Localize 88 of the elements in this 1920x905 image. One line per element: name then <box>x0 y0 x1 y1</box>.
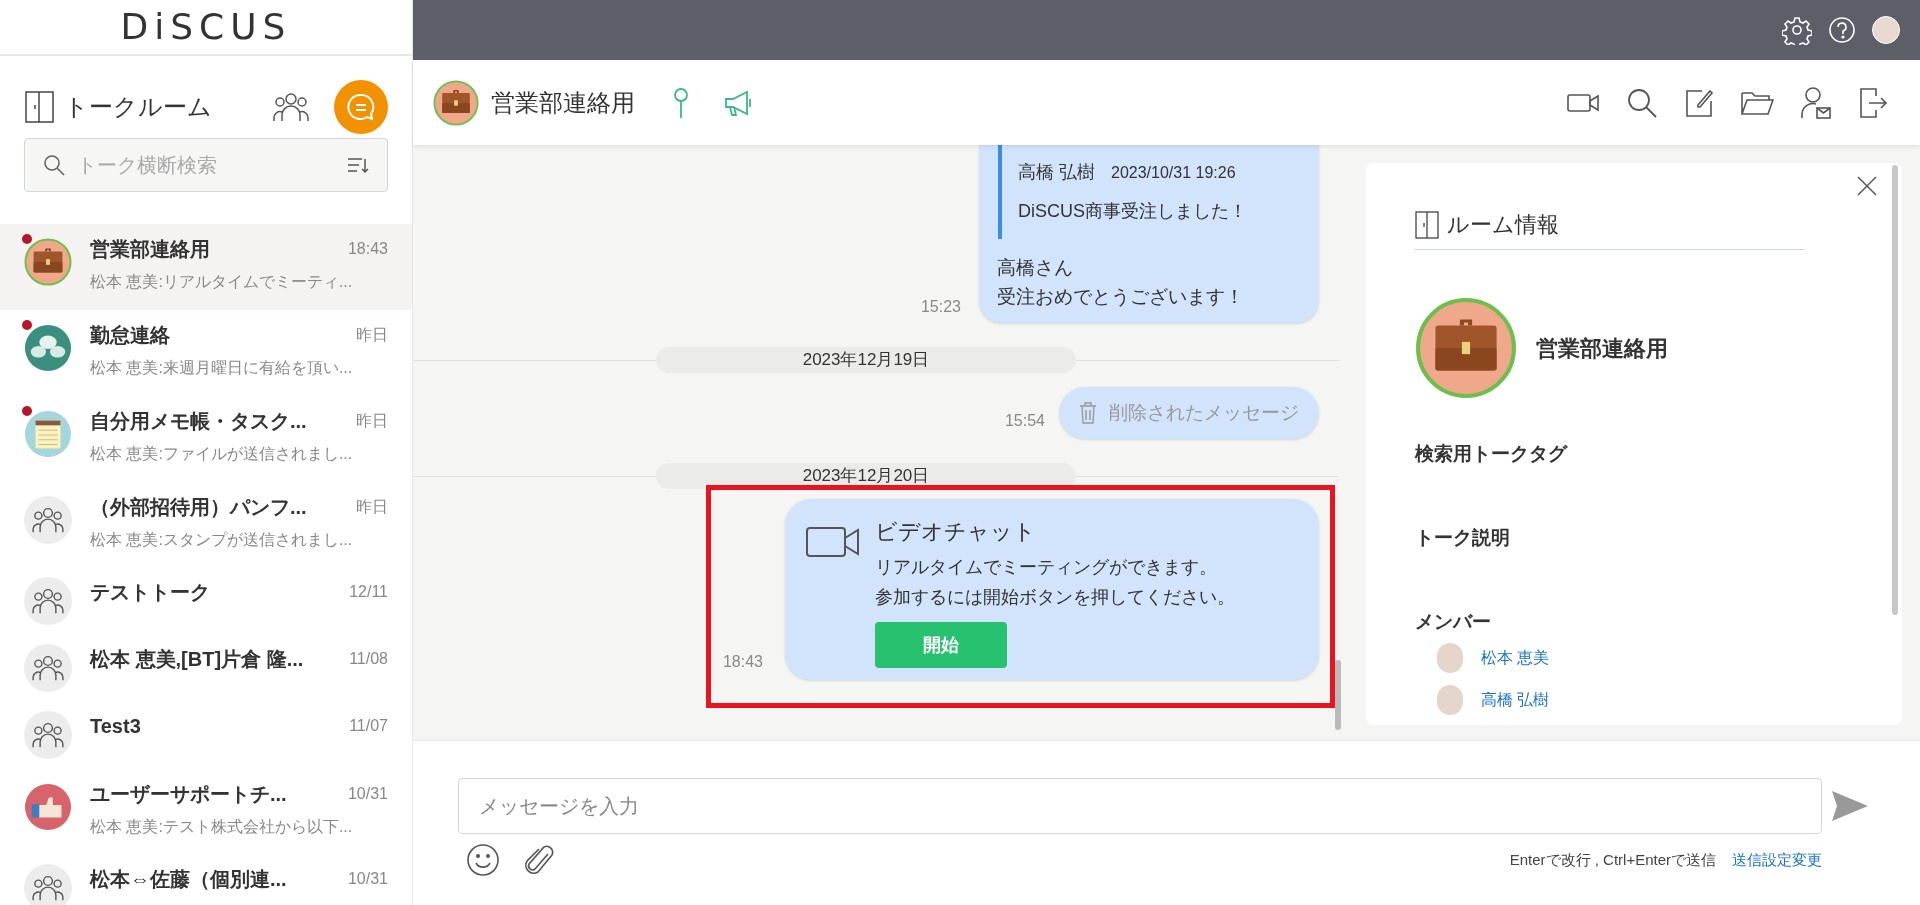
room-name: 営業部連絡用 <box>1536 334 1668 363</box>
logo: DiSCUS <box>120 5 292 49</box>
section-heading: トーク説明 <box>1415 526 1511 550</box>
room-preview: 松本 恵美:テスト株式会社から以下... <box>90 817 354 837</box>
group-avatar <box>24 577 72 625</box>
door-icon <box>24 90 56 124</box>
scrollbar[interactable] <box>1335 660 1341 730</box>
room-item[interactable]: ユーザーサポートチ... 10/31 松本 恵美:テスト株式会社から以下... <box>0 769 412 855</box>
room-name: 営業部連絡用 <box>90 237 210 262</box>
edit-icon[interactable] <box>1684 87 1714 118</box>
exit-icon[interactable] <box>1858 86 1888 119</box>
briefcase-avatar-drawing <box>24 238 72 286</box>
room-item[interactable]: 自分用メモ帳・タスク... 昨日 松本 恵美:ファイルが送信されまし... <box>0 396 412 482</box>
scrollbar[interactable] <box>1892 165 1898 615</box>
section-heading: 検索用トークタグ <box>1415 442 1569 466</box>
message-input[interactable]: メッセージを入力 <box>458 778 1822 834</box>
deleted-message: 削除されたメッセージ <box>1059 387 1319 439</box>
member-avatar <box>1437 684 1463 715</box>
group-avatar <box>24 644 72 692</box>
thumbs-up-avatar-drawing <box>24 783 72 831</box>
people-icon[interactable] <box>272 91 310 123</box>
send-settings-link[interactable]: 送信設定変更 <box>1732 848 1822 872</box>
room-time: 11/08 <box>349 649 388 669</box>
search-icon <box>42 153 66 177</box>
briefcase-avatar-drawing <box>433 79 479 126</box>
chat-plus-icon <box>346 92 376 122</box>
user-mail-icon[interactable] <box>1800 85 1832 120</box>
member-link[interactable]: 松本 恵美 <box>1481 645 1550 670</box>
room-time: 11/07 <box>349 716 388 736</box>
panel-title: ルーム情報 <box>1447 211 1559 239</box>
member-link[interactable]: 高橋 弘樹 <box>1481 687 1550 712</box>
close-icon[interactable] <box>1856 175 1878 197</box>
help-icon[interactable] <box>1828 16 1856 44</box>
sort-icon[interactable] <box>346 155 370 175</box>
room-time: 10/31 <box>347 869 388 889</box>
search-icon[interactable] <box>1626 86 1658 119</box>
room-item[interactable]: 松本 恵美,[BT]片倉 隆... 11/08 <box>0 635 412 702</box>
room-item[interactable]: Test3 11/07 <box>0 702 412 769</box>
quote-time: 2023/10/31 19:26 <box>1111 163 1236 183</box>
room-name: 自分用メモ帳・タスク... <box>90 409 307 434</box>
video-camera-icon <box>805 525 861 559</box>
group-avatar <box>24 711 72 759</box>
room-time: 12/11 <box>349 582 388 602</box>
room-name: Test3 <box>90 714 141 739</box>
search-field[interactable]: トーク横断検索 <box>24 138 388 192</box>
message-text: リアルタイムでミーティングができます。 参加するには開始ボタンを押してください。 <box>875 556 1235 609</box>
message-time: 15:23 <box>920 297 961 317</box>
room-preview: 松本 恵美:ファイルが送信されまし... <box>90 444 354 464</box>
quote-author: 高橋 弘樹 <box>1018 161 1095 184</box>
room-item[interactable]: 松本⇔佐藤（個別連... 10/31 <box>0 855 412 905</box>
message-title: ビデオチャット <box>875 518 1037 546</box>
room-name: テストトーク <box>90 580 210 605</box>
room-preview: 松本 恵美:スタンプが送信されまし... <box>90 530 354 550</box>
notepad-avatar-drawing <box>24 410 72 458</box>
room-name: ユーザーサポートチ... <box>90 782 287 807</box>
send-hint: Enterで改行 , Ctrl+Enterで送信 <box>1509 849 1716 870</box>
settings-icon[interactable] <box>1782 15 1812 45</box>
user-avatar[interactable] <box>1872 16 1900 44</box>
room-preview: 松本 恵美:リアルタイムでミーティ... <box>90 272 354 292</box>
quote-text: DiSCUS商事受注しました！ <box>1018 200 1248 223</box>
room-name: （外部招待用）パンフ... <box>90 495 307 520</box>
room-preview: 松本 恵美:来週月曜日に有給を頂い... <box>90 358 354 378</box>
room-name: 勤怠連絡 <box>90 323 170 348</box>
room-item[interactable]: 営業部連絡用 18:43 松本 恵美:リアルタイムでミーティ... <box>0 224 412 310</box>
message-time: 15:54 <box>1004 411 1045 431</box>
room-time: 10/31 <box>347 784 388 804</box>
room-item[interactable]: 勤怠連絡 昨日 松本 恵美:来週月曜日に有給を頂い... <box>0 310 412 396</box>
room-time: 昨日 <box>356 325 388 345</box>
chat-bubbles-avatar-drawing <box>24 324 72 372</box>
group-avatar <box>24 864 72 905</box>
room-name: 松本⇔佐藤（個別連... <box>90 867 287 892</box>
door-icon <box>1415 210 1439 239</box>
message-time: 18:43 <box>722 652 763 672</box>
room-time: 昨日 <box>356 411 388 431</box>
smiley-icon[interactable] <box>466 843 500 877</box>
room-time: 18:43 <box>347 239 388 259</box>
trash-icon <box>1079 402 1097 424</box>
room-item[interactable]: （外部招待用）パンフ... 昨日 松本 恵美:スタンプが送信されまし... <box>0 482 412 568</box>
message-text: 高橋さん 受注おめでとうございます！ <box>997 256 1245 309</box>
send-icon[interactable] <box>1830 789 1870 823</box>
room-name: 松本 恵美,[BT]片倉 隆... <box>90 647 304 672</box>
room-title: 営業部連絡用 <box>491 87 635 118</box>
section-heading: メンバー <box>1415 610 1492 634</box>
room-item[interactable]: テストトーク 12/11 <box>0 568 412 635</box>
room-time: 昨日 <box>356 497 388 517</box>
group-avatar <box>24 496 72 544</box>
member-avatar <box>1437 642 1463 673</box>
sidebar-title: トークルーム <box>64 92 212 122</box>
